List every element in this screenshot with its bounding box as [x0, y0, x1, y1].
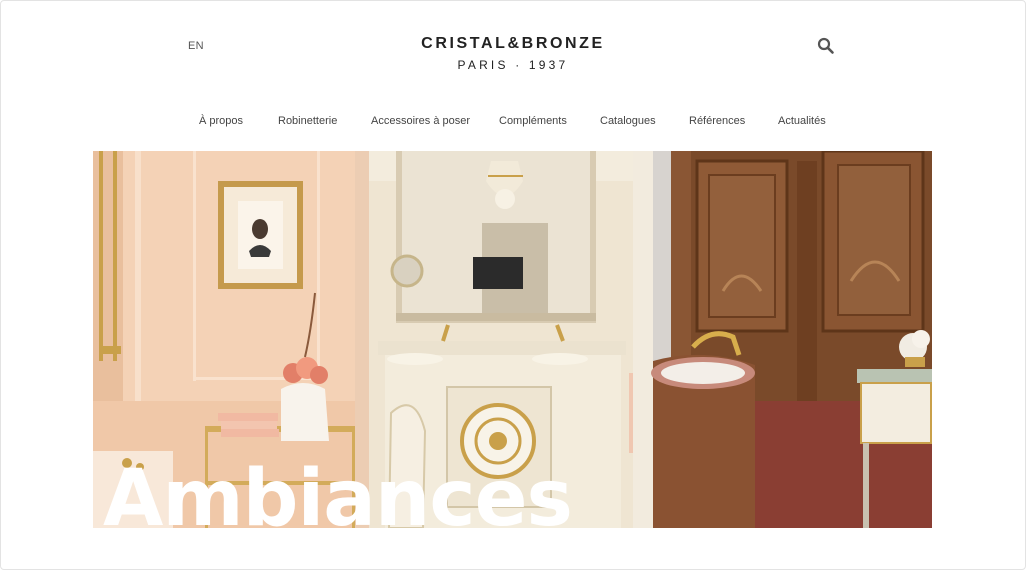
brand-name: CRISTAL&BRONZE: [421, 35, 605, 52]
nav-item-actualites[interactable]: Actualités: [778, 115, 826, 127]
hero-banner[interactable]: Ambiances: [93, 151, 932, 528]
nav-item-a-propos[interactable]: À propos: [199, 115, 243, 127]
search-icon[interactable]: [817, 37, 835, 55]
main-nav: À propos Robinetterie Accessoires à pose…: [0, 115, 1026, 129]
nav-item-complements[interactable]: Compléments: [499, 115, 567, 127]
nav-item-catalogues[interactable]: Catalogues: [600, 115, 656, 127]
hero-title: Ambiances: [103, 454, 573, 528]
nav-item-references[interactable]: Références: [689, 115, 745, 127]
nav-item-robinetterie[interactable]: Robinetterie: [278, 115, 337, 127]
hero-panel-wood-bath: [651, 151, 932, 528]
brand-tagline: PARIS · 1937: [457, 58, 569, 72]
nav-item-accessoires[interactable]: Accessoires à poser: [371, 115, 470, 127]
brand-logo[interactable]: CRISTAL&BRONZE PARIS · 1937: [0, 35, 1026, 73]
